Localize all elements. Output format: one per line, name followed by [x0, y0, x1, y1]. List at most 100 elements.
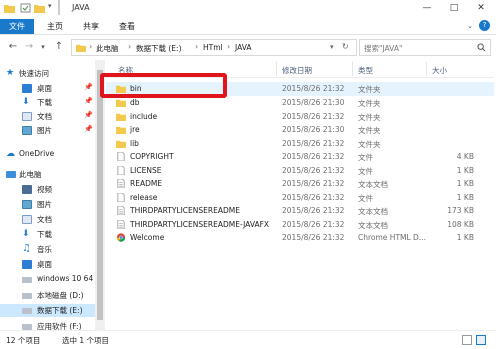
- ribbon-expand-icon[interactable]: ⌄: [464, 19, 476, 34]
- forward-button[interactable]: →: [22, 40, 36, 54]
- sidebar-item-music[interactable]: ♫ 音乐: [0, 243, 95, 256]
- sidebar-item-pictures[interactable]: 图片 📌: [0, 124, 95, 137]
- sidebar-scrollbar[interactable]: [95, 60, 105, 330]
- search-input[interactable]: 搜索"JAVA": [364, 43, 402, 54]
- table-row[interactable]: db 2015/8/26 21:30 文件夹: [106, 96, 494, 110]
- window-title: JAVA: [72, 3, 90, 12]
- file-size: 4 KB: [456, 152, 474, 161]
- sidebar-item-desktop[interactable]: 桌面 📌: [0, 82, 95, 95]
- new-folder-icon[interactable]: [34, 3, 45, 13]
- file-list: 名称 修改日期 类型 大小 bin 2015/8/26 21:32 文件夹 db…: [106, 60, 494, 330]
- table-row[interactable]: release 2015/8/26 21:32 文件 1 KB: [106, 191, 494, 205]
- pin-icon[interactable]: 📌: [84, 125, 93, 133]
- column-divider[interactable]: [426, 62, 427, 76]
- breadcrumb-separator-icon: ›: [89, 42, 93, 51]
- tab-home[interactable]: 主页: [42, 19, 68, 34]
- search-box[interactable]: 搜索"JAVA": [359, 39, 491, 56]
- properties-icon[interactable]: [20, 3, 31, 13]
- music-icon: ♫: [22, 243, 31, 254]
- breadcrumb-java[interactable]: JAVA: [235, 43, 252, 52]
- table-row[interactable]: THIRDPARTYLICENSEREADME-JAVAFX 2015/8/26…: [106, 218, 494, 232]
- file-size: 1 KB: [456, 192, 474, 202]
- large-icons-view-button[interactable]: [476, 335, 486, 345]
- pin-icon[interactable]: 📌: [84, 111, 93, 119]
- sidebar-item-this-pc[interactable]: 此电脑: [0, 168, 95, 181]
- column-date[interactable]: 修改日期: [282, 65, 312, 76]
- sidebar-item-downloads[interactable]: ⬇ 下载 📌: [0, 96, 95, 109]
- details-view-button[interactable]: [462, 335, 472, 345]
- item-count: 12 个项目: [6, 336, 41, 345]
- sidebar-item-downloads-2[interactable]: ⬇ 下载: [0, 228, 95, 241]
- highlight-annotation: [100, 73, 227, 98]
- table-row[interactable]: Welcome 2015/8/26 21:32 Chrome HTML D...…: [106, 231, 494, 245]
- column-divider[interactable]: [352, 62, 353, 76]
- file-name: release: [130, 192, 158, 202]
- table-row[interactable]: THIRDPARTYLICENSEREADME 2015/8/26 21:32 …: [106, 204, 494, 218]
- close-button[interactable]: ✕: [470, 1, 492, 15]
- file-type: Chrome HTML D...: [358, 233, 426, 242]
- sidebar-item-desktop-2[interactable]: 桌面: [0, 258, 95, 271]
- status-bar: 12 个项目 选中 1 个项目: [0, 330, 496, 349]
- address-dropdown-icon[interactable]: ▾: [330, 43, 334, 51]
- sidebar-item-drive-d[interactable]: 本地磁盘 (D:): [0, 289, 95, 302]
- refresh-icon[interactable]: ↻: [342, 42, 349, 51]
- back-button[interactable]: ←: [6, 40, 20, 54]
- address-bar[interactable]: › 此电脑 › 数据下载 (E:) › HTml › JAVA ▾ ↻: [71, 39, 357, 56]
- sidebar-item-label: windows 10 64: [37, 274, 94, 283]
- sidebar-item-drive-f[interactable]: 应用软件 (F:): [0, 320, 95, 330]
- file-date: 2015/8/26 21:32: [282, 165, 345, 175]
- breadcrumb-this-pc[interactable]: 此电脑: [96, 43, 119, 54]
- sidebar-item-pictures-2[interactable]: 图片: [0, 198, 95, 211]
- table-row[interactable]: include 2015/8/26 21:32 文件夹: [106, 110, 494, 124]
- column-divider[interactable]: [276, 62, 277, 76]
- column-type[interactable]: 类型: [358, 65, 373, 76]
- up-button[interactable]: ↑: [52, 40, 66, 54]
- file-name: jre: [130, 125, 140, 134]
- table-row[interactable]: COPYRIGHT 2015/8/26 21:32 文件 4 KB: [106, 150, 494, 164]
- computer-icon: [6, 171, 16, 178]
- sidebar-item-label: 视频: [37, 185, 52, 194]
- sidebar-item-label: 桌面: [37, 260, 52, 269]
- tab-file[interactable]: 文件: [0, 19, 34, 34]
- pin-icon[interactable]: 📌: [84, 83, 93, 91]
- table-row[interactable]: README 2015/8/26 21:32 文本文档 1 KB: [106, 177, 494, 191]
- file-type: 文件夹: [358, 112, 381, 122]
- sidebar-item-videos[interactable]: 视频: [0, 183, 95, 196]
- tab-view[interactable]: 查看: [114, 19, 140, 34]
- file-icon: [117, 165, 125, 175]
- star-icon: ★: [6, 68, 15, 78]
- breadcrumb-drive-e[interactable]: 数据下载 (E:): [136, 43, 182, 54]
- sidebar-item-label: 数据下载 (E:): [37, 306, 83, 315]
- file-size: 1 KB: [456, 165, 474, 175]
- file-type: 文件夹: [358, 99, 381, 108]
- table-row[interactable]: LICENSE 2015/8/26 21:32 文件 1 KB: [106, 164, 494, 178]
- sidebar-item-documents[interactable]: 文档 📌: [0, 110, 95, 123]
- pin-icon[interactable]: 📌: [84, 97, 93, 105]
- table-row[interactable]: jre 2015/8/26 21:30 文件夹: [106, 123, 494, 137]
- file-date: 2015/8/26 21:32: [282, 111, 345, 121]
- file-icon: [117, 152, 125, 161]
- sidebar-item-drive-e[interactable]: 数据下载 (E:): [0, 304, 95, 317]
- sidebar-item-drive-c[interactable]: windows 10 64: [0, 273, 95, 286]
- file-date: 2015/8/26 21:32: [282, 179, 345, 188]
- desktop-icon: [22, 260, 32, 269]
- sidebar-item-label: 此电脑: [19, 170, 42, 179]
- table-row[interactable]: lib 2015/8/26 21:32 文件夹: [106, 137, 494, 151]
- file-icon: [117, 192, 125, 202]
- sidebar-item-quick-access[interactable]: ★ 快速访问: [0, 67, 95, 80]
- help-icon[interactable]: ?: [479, 20, 490, 31]
- breadcrumb-separator-icon: ›: [195, 42, 199, 51]
- tab-share[interactable]: 共享: [78, 19, 104, 34]
- recent-locations-icon[interactable]: ▾: [36, 40, 50, 54]
- ribbon: 文件 主页 共享 查看 ⌄ ?: [0, 17, 496, 35]
- sidebar-scrollbar-thumb[interactable]: [97, 70, 103, 320]
- maximize-button[interactable]: □: [443, 1, 465, 15]
- picture-icon: [22, 200, 32, 209]
- sidebar-item-documents-2[interactable]: 文档: [0, 213, 95, 226]
- breadcrumb-html[interactable]: HTml: [203, 43, 223, 52]
- file-date: 2015/8/26 21:32: [282, 138, 345, 148]
- search-icon[interactable]: [477, 43, 486, 52]
- minimize-button[interactable]: —: [416, 1, 438, 15]
- column-size[interactable]: 大小: [432, 65, 447, 76]
- sidebar-item-onedrive[interactable]: ☁ OneDrive: [0, 148, 95, 161]
